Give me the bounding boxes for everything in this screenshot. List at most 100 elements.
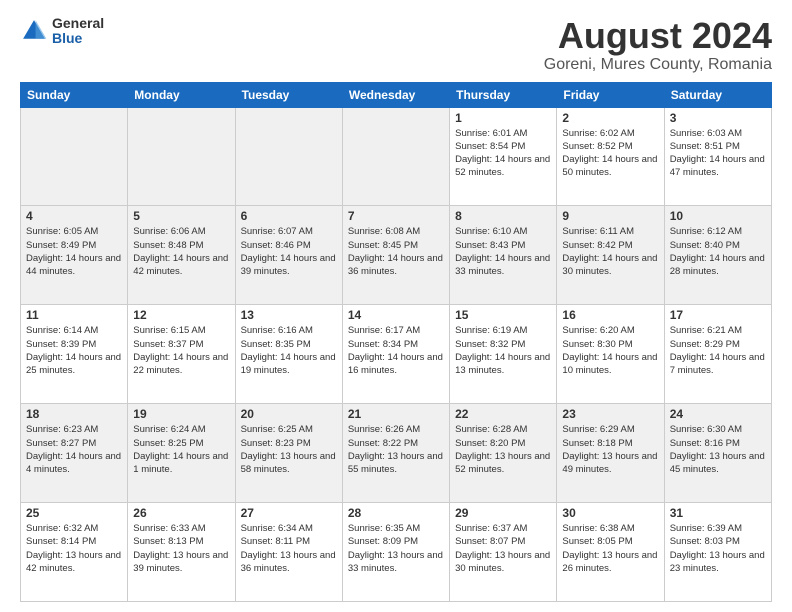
header-sunday: Sunday [21, 82, 128, 107]
table-row [342, 107, 449, 206]
table-row: 21 Sunrise: 6:26 AMSunset: 8:22 PMDayligh… [342, 404, 449, 503]
table-row: 11 Sunrise: 6:14 AMSunset: 8:39 PMDayligh… [21, 305, 128, 404]
day-info: Sunrise: 6:01 AMSunset: 8:54 PMDaylight:… [455, 127, 551, 180]
day-info: Sunrise: 6:03 AMSunset: 8:51 PMDaylight:… [670, 127, 766, 180]
day-number: 19 [133, 407, 229, 421]
main-title: August 2024 [544, 16, 772, 56]
day-number: 21 [348, 407, 444, 421]
day-number: 23 [562, 407, 658, 421]
table-row: 3 Sunrise: 6:03 AMSunset: 8:51 PMDaylight… [664, 107, 771, 206]
table-row: 4Sunrise: 6:05 AMSunset: 8:49 PMDaylight… [21, 206, 128, 305]
day-number: 12 [133, 308, 229, 322]
day-info: Sunrise: 6:34 AMSunset: 8:11 PMDaylight:… [241, 522, 337, 575]
day-info: Sunrise: 6:38 AMSunset: 8:05 PMDaylight:… [562, 522, 658, 575]
day-info: Sunrise: 6:07 AMSunset: 8:46 PMDaylight:… [241, 225, 337, 278]
day-number: 16 [562, 308, 658, 322]
header-friday: Friday [557, 82, 664, 107]
table-row: 5Sunrise: 6:06 AMSunset: 8:48 PMDaylight… [128, 206, 235, 305]
table-row: 26 Sunrise: 6:33 AMSunset: 8:13 PMDayligh… [128, 503, 235, 602]
day-number: 26 [133, 506, 229, 520]
day-number: 25 [26, 506, 122, 520]
day-info: Sunrise: 6:17 AMSunset: 8:34 PMDaylight:… [348, 324, 444, 377]
weekday-header-row: Sunday Monday Tuesday Wednesday Thursday… [21, 82, 772, 107]
day-info: Sunrise: 6:37 AMSunset: 8:07 PMDaylight:… [455, 522, 551, 575]
day-number: 14 [348, 308, 444, 322]
day-number: 28 [348, 506, 444, 520]
day-number: 2 [562, 111, 658, 125]
table-row: 6 Sunrise: 6:07 AMSunset: 8:46 PMDaylight… [235, 206, 342, 305]
logo-general: General [52, 16, 104, 31]
day-info: Sunrise: 6:19 AMSunset: 8:32 PMDaylight:… [455, 324, 551, 377]
logo-text: General Blue [52, 16, 104, 47]
table-row: 28 Sunrise: 6:35 AMSunset: 8:09 PMDayligh… [342, 503, 449, 602]
table-row: 13 Sunrise: 6:16 AMSunset: 8:35 PMDayligh… [235, 305, 342, 404]
table-row [235, 107, 342, 206]
header: General Blue August 2024 Goreni, Mures C… [20, 16, 772, 74]
table-row: 12Sunrise: 6:15 AMSunset: 8:37 PMDayligh… [128, 305, 235, 404]
table-row: 14 Sunrise: 6:17 AMSunset: 8:34 PMDayligh… [342, 305, 449, 404]
day-info: Sunrise: 6:30 AMSunset: 8:16 PMDaylight:… [670, 423, 766, 476]
day-number: 13 [241, 308, 337, 322]
day-info: Sunrise: 6:26 AMSunset: 8:22 PMDaylight:… [348, 423, 444, 476]
day-number: 29 [455, 506, 551, 520]
day-info: Sunrise: 6:24 AMSunset: 8:25 PMDaylight:… [133, 423, 229, 476]
table-row: 17Sunrise: 6:21 AMSunset: 8:29 PMDayligh… [664, 305, 771, 404]
table-row: 23 Sunrise: 6:29 AMSunset: 8:18 PMDayligh… [557, 404, 664, 503]
day-info: Sunrise: 6:25 AMSunset: 8:23 PMDaylight:… [241, 423, 337, 476]
table-row: 15 Sunrise: 6:19 AMSunset: 8:32 PMDayligh… [450, 305, 557, 404]
day-info: Sunrise: 6:14 AMSunset: 8:39 PMDaylight:… [26, 324, 122, 377]
day-info: Sunrise: 6:02 AMSunset: 8:52 PMDaylight:… [562, 127, 658, 180]
table-row: 22Sunrise: 6:28 AMSunset: 8:20 PMDayligh… [450, 404, 557, 503]
table-row: 16 Sunrise: 6:20 AMSunset: 8:30 PMDayligh… [557, 305, 664, 404]
day-info: Sunrise: 6:23 AMSunset: 8:27 PMDaylight:… [26, 423, 122, 476]
day-number: 6 [241, 209, 337, 223]
day-info: Sunrise: 6:39 AMSunset: 8:03 PMDaylight:… [670, 522, 766, 575]
title-section: August 2024 Goreni, Mures County, Romani… [544, 16, 772, 74]
table-row: 25 Sunrise: 6:32 AMSunset: 8:14 PMDayligh… [21, 503, 128, 602]
day-number: 10 [670, 209, 766, 223]
day-number: 15 [455, 308, 551, 322]
day-number: 3 [670, 111, 766, 125]
day-number: 9 [562, 209, 658, 223]
day-info: Sunrise: 6:16 AMSunset: 8:35 PMDaylight:… [241, 324, 337, 377]
day-number: 22 [455, 407, 551, 421]
day-info: Sunrise: 6:06 AMSunset: 8:48 PMDaylight:… [133, 225, 229, 278]
day-info: Sunrise: 6:11 AMSunset: 8:42 PMDaylight:… [562, 225, 658, 278]
table-row: 27 Sunrise: 6:34 AMSunset: 8:11 PMDayligh… [235, 503, 342, 602]
calendar-table: Sunday Monday Tuesday Wednesday Thursday… [20, 82, 772, 602]
table-row: 10Sunrise: 6:12 AMSunset: 8:40 PMDayligh… [664, 206, 771, 305]
day-info: Sunrise: 6:35 AMSunset: 8:09 PMDaylight:… [348, 522, 444, 575]
table-row: 1Sunrise: 6:01 AMSunset: 8:54 PMDaylight… [450, 107, 557, 206]
day-number: 11 [26, 308, 122, 322]
calendar-week-row: 18Sunrise: 6:23 AMSunset: 8:27 PMDayligh… [21, 404, 772, 503]
day-number: 27 [241, 506, 337, 520]
day-number: 20 [241, 407, 337, 421]
day-number: 8 [455, 209, 551, 223]
day-info: Sunrise: 6:32 AMSunset: 8:14 PMDaylight:… [26, 522, 122, 575]
header-monday: Monday [128, 82, 235, 107]
calendar-week-row: 1Sunrise: 6:01 AMSunset: 8:54 PMDaylight… [21, 107, 772, 206]
day-info: Sunrise: 6:33 AMSunset: 8:13 PMDaylight:… [133, 522, 229, 575]
header-thursday: Thursday [450, 82, 557, 107]
header-tuesday: Tuesday [235, 82, 342, 107]
day-info: Sunrise: 6:05 AMSunset: 8:49 PMDaylight:… [26, 225, 122, 278]
table-row: 18Sunrise: 6:23 AMSunset: 8:27 PMDayligh… [21, 404, 128, 503]
table-row [128, 107, 235, 206]
day-info: Sunrise: 6:29 AMSunset: 8:18 PMDaylight:… [562, 423, 658, 476]
table-row: 19 Sunrise: 6:24 AMSunset: 8:25 PMDayligh… [128, 404, 235, 503]
table-row: 30 Sunrise: 6:38 AMSunset: 8:05 PMDayligh… [557, 503, 664, 602]
day-info: Sunrise: 6:20 AMSunset: 8:30 PMDaylight:… [562, 324, 658, 377]
day-number: 7 [348, 209, 444, 223]
day-info: Sunrise: 6:10 AMSunset: 8:43 PMDaylight:… [455, 225, 551, 278]
day-info: Sunrise: 6:08 AMSunset: 8:45 PMDaylight:… [348, 225, 444, 278]
page: General Blue August 2024 Goreni, Mures C… [0, 0, 792, 612]
day-number: 30 [562, 506, 658, 520]
logo-blue: Blue [52, 31, 104, 46]
subtitle: Goreni, Mures County, Romania [544, 56, 772, 74]
logo-icon [20, 17, 48, 45]
table-row: 8 Sunrise: 6:10 AMSunset: 8:43 PMDaylight… [450, 206, 557, 305]
calendar-week-row: 11 Sunrise: 6:14 AMSunset: 8:39 PMDayligh… [21, 305, 772, 404]
table-row: 31Sunrise: 6:39 AMSunset: 8:03 PMDayligh… [664, 503, 771, 602]
table-row: 2 Sunrise: 6:02 AMSunset: 8:52 PMDaylight… [557, 107, 664, 206]
calendar-week-row: 25 Sunrise: 6:32 AMSunset: 8:14 PMDayligh… [21, 503, 772, 602]
